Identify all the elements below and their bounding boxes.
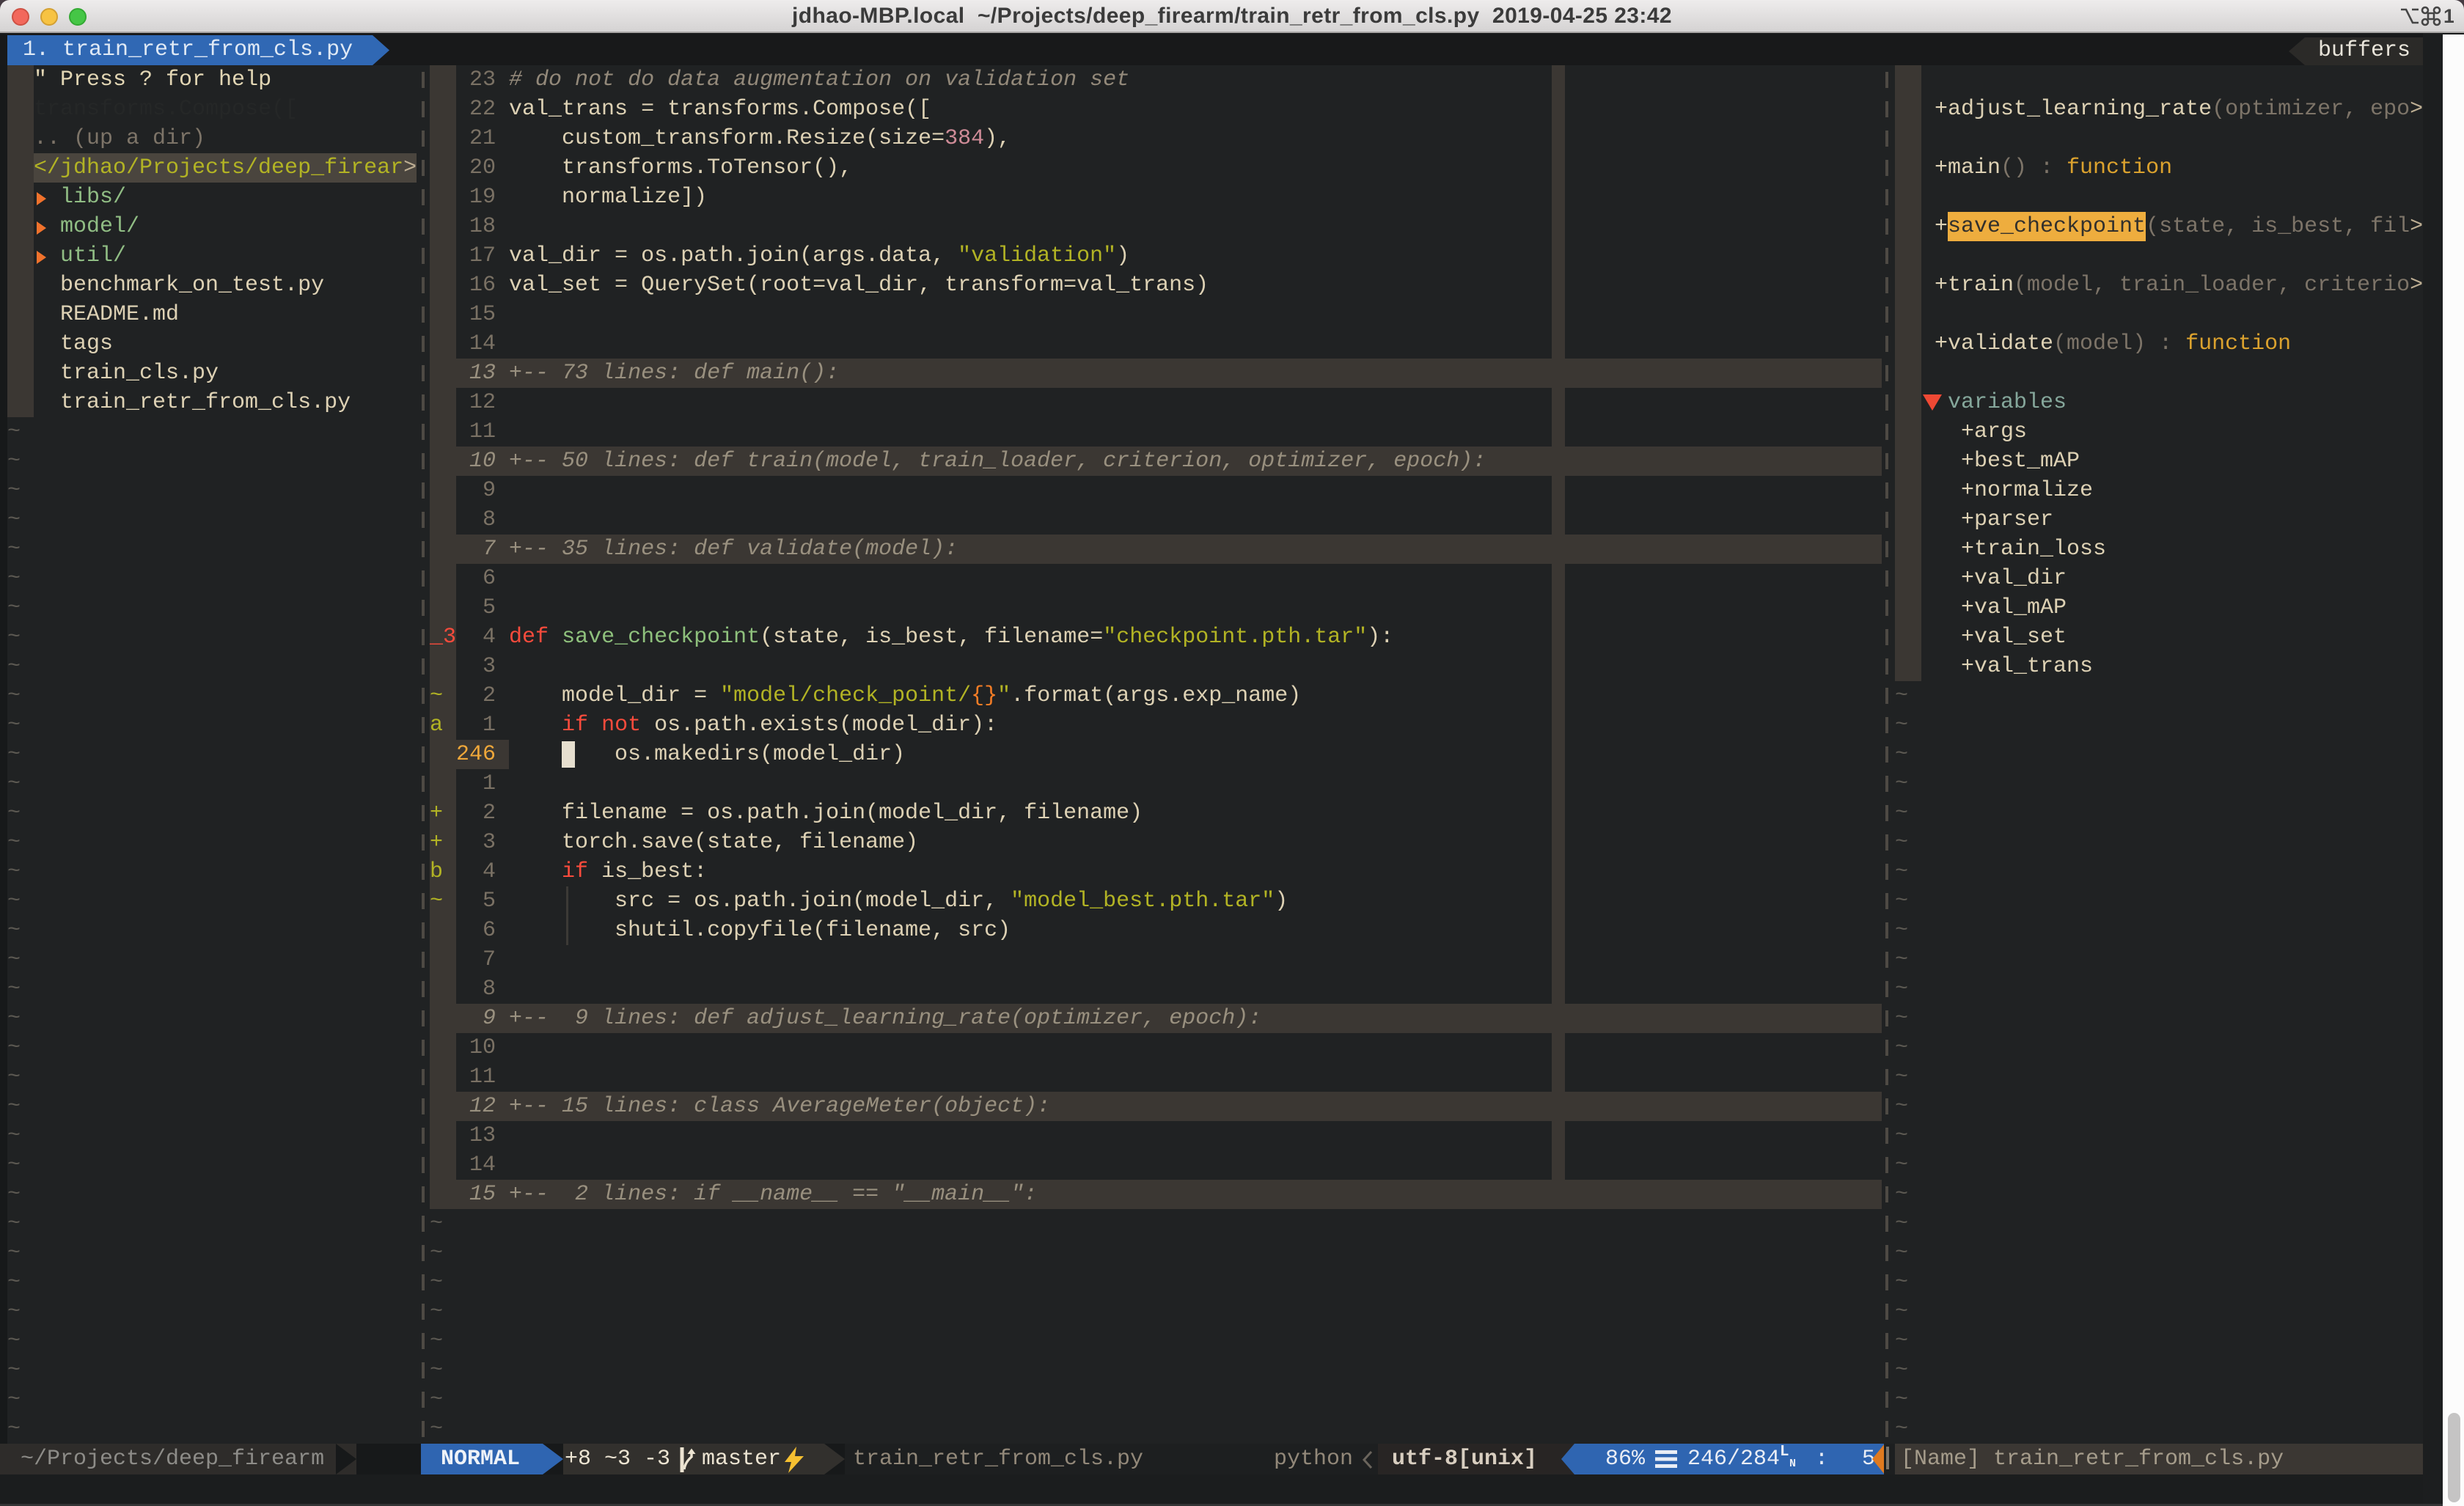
svg-text:1: 1: [2443, 5, 2454, 27]
